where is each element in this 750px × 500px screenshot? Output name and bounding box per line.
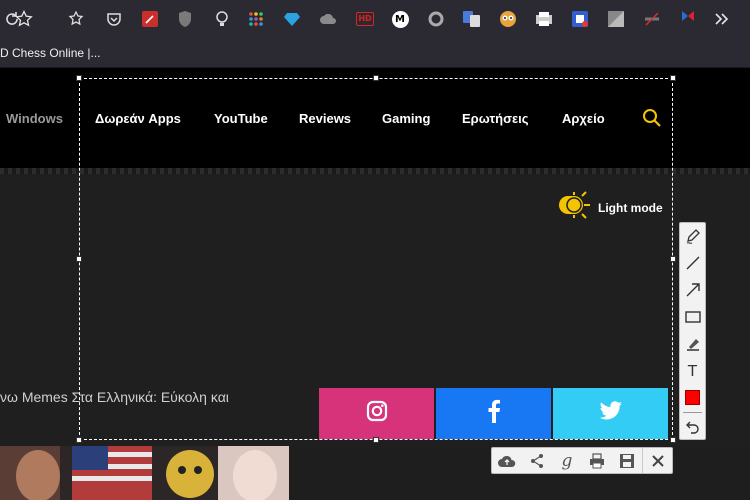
- ublock-icon[interactable]: [175, 9, 195, 29]
- print-icon[interactable]: [582, 448, 612, 473]
- arrow-icon[interactable]: [680, 279, 705, 301]
- gem-icon[interactable]: [282, 9, 302, 29]
- muted-icon[interactable]: [642, 9, 662, 29]
- close-icon[interactable]: [642, 448, 672, 473]
- nav-item-gaming[interactable]: Gaming: [382, 111, 430, 126]
- pocket-icon[interactable]: [104, 9, 124, 29]
- highlighter-icon[interactable]: [680, 333, 705, 355]
- cloud-upload-icon[interactable]: [492, 448, 522, 473]
- resize-handle-top[interactable]: [373, 75, 379, 81]
- instagram-icon: [366, 400, 388, 427]
- color-swatch-icon[interactable]: [680, 386, 705, 408]
- bookmark-chess-online[interactable]: D Chess Online |...: [0, 46, 101, 60]
- extensions-icon[interactable]: [66, 9, 86, 29]
- google-icon[interactable]: g: [552, 448, 582, 473]
- owl-icon[interactable]: [498, 9, 518, 29]
- m-label: M: [391, 10, 409, 28]
- share-icon[interactable]: [522, 448, 552, 473]
- save-icon[interactable]: [612, 448, 642, 473]
- article-thumbnail[interactable]: [0, 446, 289, 500]
- hd-label: HD: [356, 12, 374, 26]
- cloud-icon[interactable]: [318, 9, 338, 29]
- drawing-tools-panel: T: [679, 222, 706, 440]
- nav-item-windows[interactable]: Windows: [6, 111, 63, 126]
- star-icon[interactable]: [14, 9, 34, 29]
- line-icon[interactable]: [680, 252, 705, 274]
- resize-handle-left[interactable]: [76, 256, 82, 262]
- grid-icon[interactable]: [246, 9, 266, 29]
- resize-handle-bottom-left[interactable]: [76, 437, 82, 443]
- browser-toolbar: HD M: [0, 0, 750, 38]
- printer-icon[interactable]: [534, 9, 554, 29]
- theme-toggle[interactable]: Light mode: [558, 190, 663, 225]
- square-icon[interactable]: [606, 9, 626, 29]
- twitter-button[interactable]: [553, 388, 668, 439]
- facebook-icon: [487, 399, 501, 428]
- wand-extension-icon[interactable]: [140, 9, 160, 29]
- bookmarks-bar: D Chess Online |...: [0, 38, 750, 68]
- nav-item-youtube[interactable]: YouTube: [214, 111, 268, 126]
- rectangle-icon[interactable]: [680, 306, 705, 328]
- capture-actions-panel: g: [491, 447, 673, 474]
- resize-handle-right[interactable]: [670, 256, 676, 262]
- text-icon[interactable]: T: [680, 360, 705, 382]
- nav-item-archive[interactable]: Αρχείο: [562, 111, 605, 126]
- sun-toggle-icon: [558, 190, 592, 225]
- pen-icon[interactable]: [680, 225, 705, 247]
- resize-handle-top-left[interactable]: [76, 75, 82, 81]
- tools-divider: [683, 412, 702, 413]
- overflow-icon[interactable]: [712, 9, 732, 29]
- facebook-button[interactable]: [436, 388, 551, 439]
- instagram-button[interactable]: [319, 388, 434, 439]
- circle-icon[interactable]: [426, 9, 446, 29]
- article-headline[interactable]: νω Memes Στα Ελληνικά: Εύκολη και: [0, 389, 229, 405]
- m-icon[interactable]: M: [390, 9, 410, 29]
- bulb-icon[interactable]: [212, 9, 232, 29]
- nav-item-reviews[interactable]: Reviews: [299, 111, 351, 126]
- nav-item-questions[interactable]: Ερωτήσεις: [462, 111, 529, 126]
- theme-toggle-label: Light mode: [598, 200, 663, 215]
- undo-icon[interactable]: [680, 416, 705, 438]
- resize-handle-bottom[interactable]: [373, 437, 379, 443]
- search-icon[interactable]: [642, 108, 662, 133]
- flag-icon[interactable]: [678, 9, 698, 29]
- hd-icon[interactable]: HD: [355, 9, 375, 29]
- shield-icon[interactable]: [570, 9, 590, 29]
- nav-item-free-apps[interactable]: Δωρεάν Apps: [95, 111, 181, 126]
- resize-handle-top-right[interactable]: [670, 75, 676, 81]
- twitter-icon: [599, 401, 623, 426]
- translate-icon[interactable]: [462, 9, 482, 29]
- site-navigation: Windows Δωρεάν Apps YouTube Reviews Gami…: [0, 68, 750, 168]
- resize-handle-bottom-right[interactable]: [670, 437, 676, 443]
